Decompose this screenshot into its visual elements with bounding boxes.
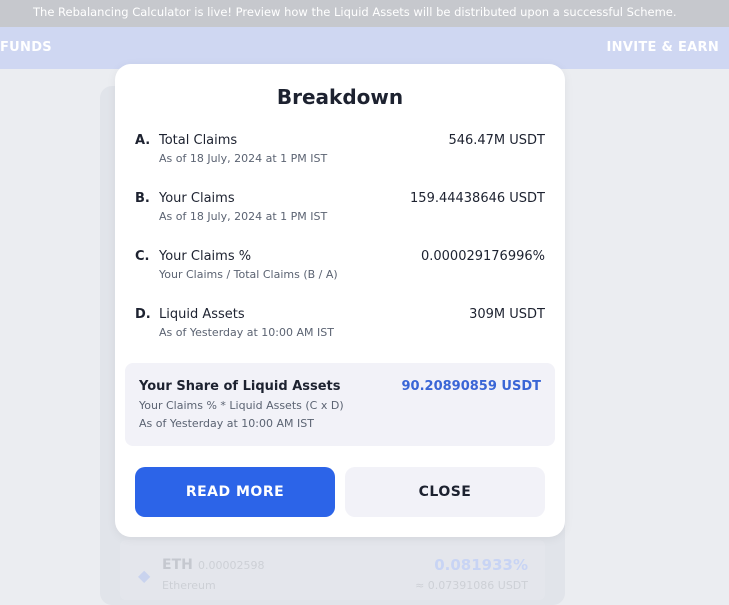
top-navbar: FUNDS INVITE & EARN: [0, 27, 729, 69]
share-label: Your Share of Liquid Assets: [139, 379, 341, 394]
ethereum-icon: ◆: [138, 566, 151, 585]
modal-title: Breakdown: [276, 85, 404, 109]
banner-text: The Rebalancing Calculator is live! Prev…: [33, 5, 677, 19]
row-label: Your Claims: [159, 191, 235, 206]
row-letter: D.: [135, 307, 151, 322]
nav-funds-link[interactable]: FUNDS: [0, 40, 52, 55]
asset-symbol: ETH: [162, 557, 193, 573]
row-label: Your Claims %: [159, 249, 252, 264]
row-letter: C.: [135, 249, 150, 264]
row-subtext: As of 18 July, 2024 at 1 PM IST: [159, 210, 328, 223]
nav-invite-earn-link[interactable]: INVITE & EARN: [607, 40, 719, 55]
asset-amount: 0.00002598: [198, 559, 265, 572]
share-as-of: As of Yesterday at 10:00 AM IST: [139, 417, 314, 430]
breakdown-modal: Breakdown A. Total Claims As of 18 July,…: [115, 64, 565, 537]
share-formula: Your Claims % * Liquid Assets (C x D): [139, 399, 344, 412]
asset-name: Ethereum: [162, 579, 216, 592]
row-value: 159.44438646 USDT: [410, 191, 545, 206]
breakdown-row-total-claims: A. Total Claims As of 18 July, 2024 at 1…: [135, 133, 545, 173]
breakdown-row-your-claims: B. Your Claims As of 18 July, 2024 at 1 …: [135, 191, 545, 231]
read-more-button[interactable]: READ MORE: [135, 467, 335, 517]
row-subtext: As of Yesterday at 10:00 AM IST: [159, 326, 334, 339]
announcement-banner: The Rebalancing Calculator is live! Prev…: [0, 0, 729, 27]
share-value: 90.20890859 USDT: [401, 379, 542, 394]
asset-percent: 0.081933%: [434, 556, 528, 574]
row-value: 546.47M USDT: [448, 133, 545, 148]
row-letter: A.: [135, 133, 151, 148]
breakdown-row-liquid-assets: D. Liquid Assets As of Yesterday at 10:0…: [135, 307, 545, 347]
breakdown-row-claims-percent: C. Your Claims % Your Claims / Total Cla…: [135, 249, 545, 289]
row-value: 309M USDT: [469, 307, 545, 322]
row-letter: B.: [135, 191, 150, 206]
row-label: Liquid Assets: [159, 307, 245, 322]
share-summary-box: Your Share of Liquid Assets Your Claims …: [125, 363, 555, 446]
row-subtext: Your Claims / Total Claims (B / A): [159, 268, 338, 281]
row-value: 0.000029176996%: [420, 249, 545, 264]
row-label: Total Claims: [159, 133, 238, 148]
close-button[interactable]: CLOSE: [345, 467, 545, 517]
asset-usd-value: ≈ 0.07391086 USDT: [415, 579, 528, 592]
row-subtext: As of 18 July, 2024 at 1 PM IST: [159, 152, 328, 165]
